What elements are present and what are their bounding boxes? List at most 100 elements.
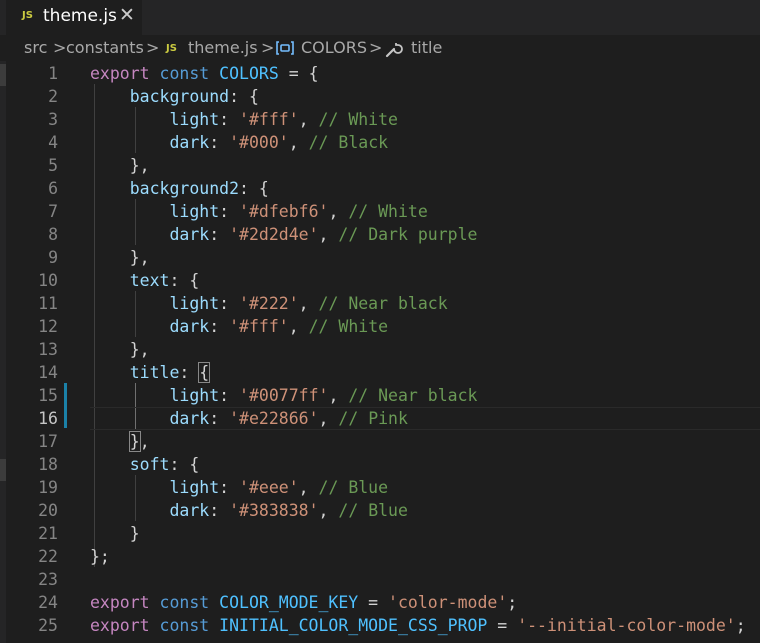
code-text: light: '#eee', // Blue [90, 476, 388, 499]
line-number: 16 [38, 409, 58, 428]
code-line[interactable]: 13 }, [6, 338, 760, 361]
close-icon[interactable]: ✕ [119, 4, 135, 26]
code-token: }, [90, 156, 150, 175]
breadcrumb-item-title[interactable]: title [411, 38, 442, 57]
code-line[interactable]: 12 dark: '#fff', // White [6, 315, 760, 338]
code-line[interactable]: 19 light: '#eee', // Blue [6, 476, 760, 499]
line-number: 3 [48, 110, 58, 129]
code-token: : [179, 363, 200, 382]
code-line[interactable]: 23 [6, 568, 760, 591]
code-token: : { [229, 87, 259, 106]
code-line[interactable]: 1 export const COLORS = { [6, 62, 760, 85]
breadcrumb-item-file[interactable]: theme.js [188, 38, 258, 57]
breadcrumb-item-src[interactable]: src [24, 38, 47, 57]
code-token: : [219, 386, 240, 405]
line-number: 13 [38, 340, 58, 359]
code-line[interactable]: 16 dark: '#e22866', // Pink [6, 407, 760, 430]
tab-theme-js[interactable]: JS theme.js ✕ [6, 0, 142, 35]
code-line[interactable]: 18 soft: { [6, 453, 760, 476]
code-text: light: '#fff', // White [90, 108, 398, 131]
code-token: light [169, 110, 220, 129]
code-token: 'color-mode' [388, 593, 508, 612]
code-token: '#fff' [239, 110, 299, 129]
code-text: dark: '#fff', // White [90, 315, 388, 338]
code-token: // White [348, 202, 428, 221]
code-line[interactable]: 8 dark: '#2d2d4e', // Dark purple [6, 223, 760, 246]
code-token: : [209, 317, 230, 336]
code-token: : [219, 202, 240, 221]
line-number: 17 [38, 432, 58, 451]
line-number: 5 [48, 156, 58, 175]
code-token: }, [90, 248, 150, 267]
code-line[interactable]: 6 background2: { [6, 177, 760, 200]
line-number: 12 [38, 317, 58, 336]
code-text: dark: '#2d2d4e', // Dark purple [90, 223, 477, 246]
code-token: light [169, 202, 220, 221]
code-token: , [328, 386, 349, 405]
code-token: ; [735, 616, 746, 635]
code-text: }; [90, 545, 110, 568]
code-token: , [318, 225, 339, 244]
code-line[interactable]: 2 background: { [6, 85, 760, 108]
code-line[interactable]: 21 } [6, 522, 760, 545]
code-line[interactable]: 4 dark: '#000', // Black [6, 131, 760, 154]
code-line[interactable]: 25 export const INITIAL_COLOR_MODE_CSS_PR… [6, 614, 760, 637]
code-line[interactable]: 5 }, [6, 154, 760, 177]
code-token: dark [169, 225, 210, 244]
code-text: text: { [90, 269, 200, 292]
code-token: = [358, 593, 389, 612]
code-text: light: '#0077ff', // Near black [90, 384, 477, 407]
line-number: 4 [48, 133, 58, 152]
code-line[interactable]: 14 title: { [6, 361, 760, 384]
code-line[interactable]: 7 light: '#dfebf6', // White [6, 200, 760, 223]
code-text: dark: '#000', // Black [90, 131, 388, 154]
breadcrumb-item-colors[interactable]: COLORS [301, 38, 367, 57]
code-line[interactable]: 15 light: '#0077ff', // Near black [6, 384, 760, 407]
code-token: dark [169, 133, 210, 152]
code-token: , [298, 110, 319, 129]
code-token: '#eee' [239, 478, 299, 497]
code-text: }, [90, 338, 150, 361]
code-line[interactable]: 10 text: { [6, 269, 760, 292]
code-token: , [318, 501, 339, 520]
code-line[interactable]: 20 dark: '#383838', // Blue [6, 499, 760, 522]
code-token: { [198, 362, 211, 383]
code-token: : [219, 478, 240, 497]
code-token: dark [169, 501, 210, 520]
code-text: export const COLORS = { [90, 62, 319, 85]
code-token: , [318, 409, 339, 428]
js-file-icon: JS [22, 10, 33, 21]
code-line[interactable]: 24 export const COLOR_MODE_KEY = 'color-m… [6, 591, 760, 614]
line-number: 19 [38, 478, 58, 497]
code-text: title: { [90, 361, 211, 384]
code-line[interactable]: 22}; [6, 545, 760, 568]
code-token: '#0077ff' [239, 386, 329, 405]
code-token: } [90, 524, 140, 543]
breadcrumb-item-constants[interactable]: constants [66, 38, 144, 57]
code-text: } [90, 522, 140, 545]
wrench-icon [385, 40, 403, 62]
line-number: 14 [38, 363, 58, 382]
line-number: 18 [38, 455, 58, 474]
code-line[interactable]: 17 }, [6, 430, 760, 453]
code-editor[interactable]: 1 export const COLORS = {2 background: {3… [6, 61, 760, 643]
code-token: light [169, 478, 220, 497]
code-token: const [159, 64, 210, 83]
code-line[interactable]: 9 }, [6, 246, 760, 269]
code-text: background: { [90, 85, 259, 108]
code-line[interactable]: 3 light: '#fff', // White [6, 108, 760, 131]
code-line[interactable]: 11 light: '#222', // Near black [6, 292, 760, 315]
code-token: // Blue [338, 501, 408, 520]
code-token: COLORS [219, 64, 279, 83]
